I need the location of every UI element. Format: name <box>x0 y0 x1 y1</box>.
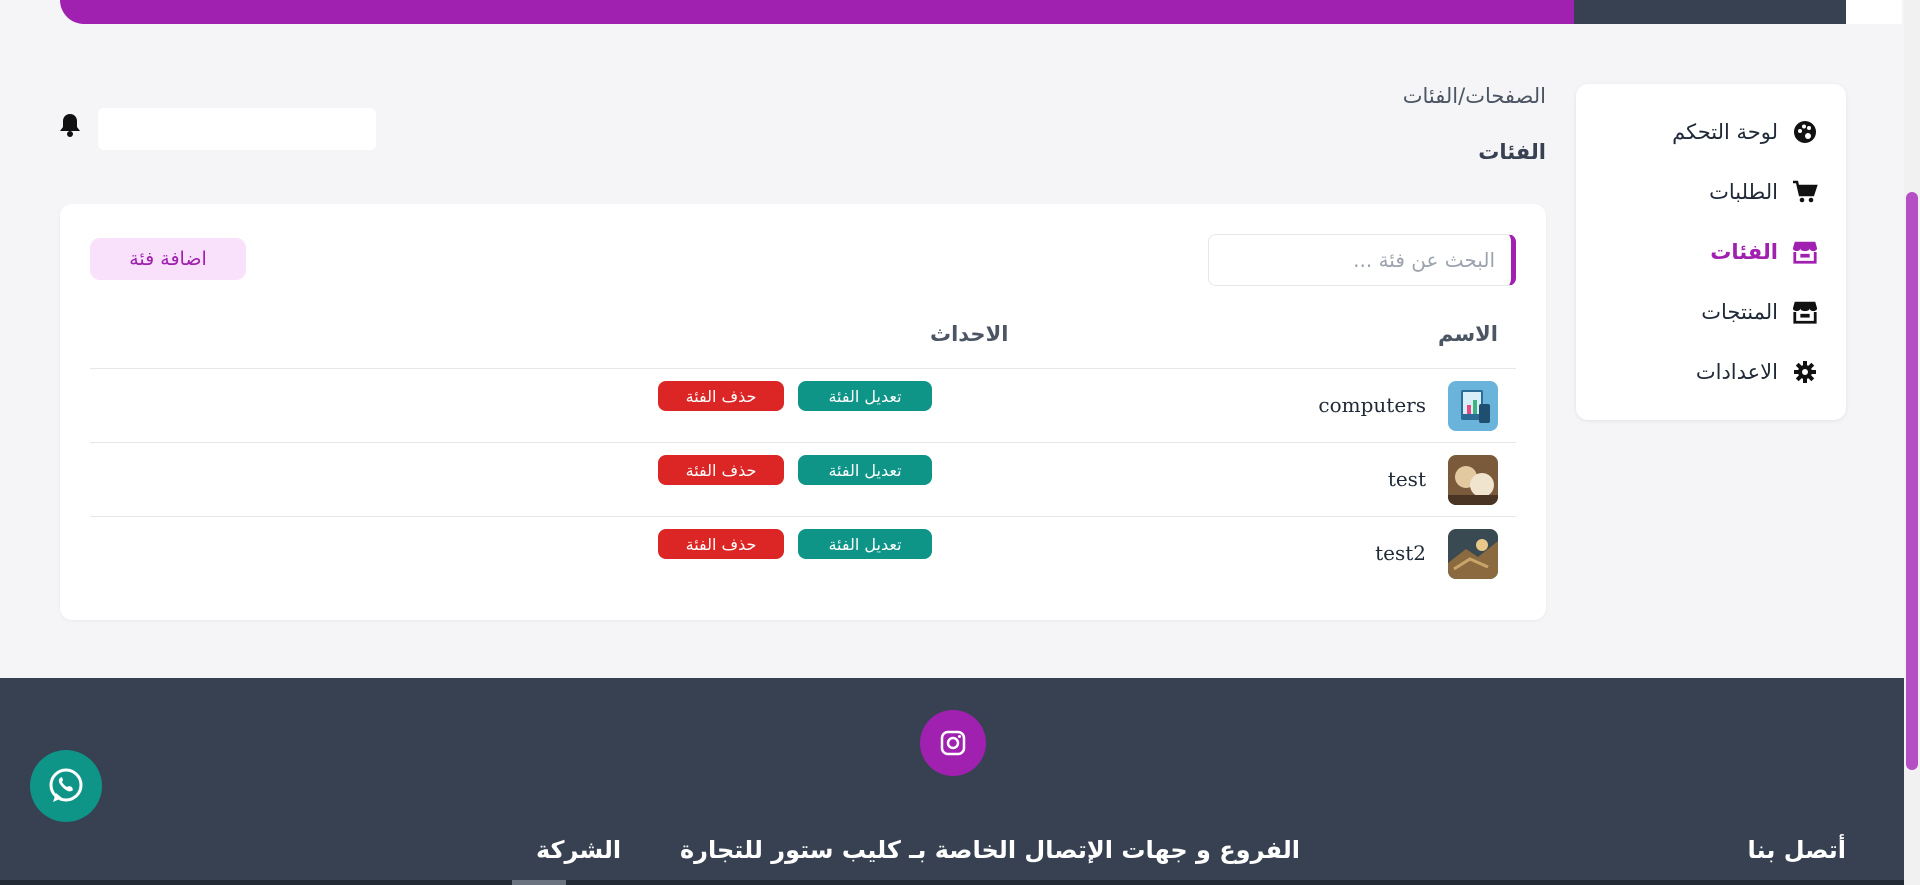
add-category-button[interactable]: اضافة فئة <box>90 238 246 280</box>
scrollbar-thumb[interactable] <box>1906 192 1918 770</box>
category-thumbnail <box>1448 455 1498 505</box>
palette-icon <box>1792 119 1818 145</box>
category-thumbnail <box>1448 529 1498 579</box>
category-name: computers <box>1318 393 1426 417</box>
gear-icon <box>1792 359 1818 385</box>
footer-bottom-strip <box>0 880 1904 885</box>
sidebar-item-label: لوحة التحكم <box>1672 120 1778 144</box>
sidebar-item-label: الفئات <box>1710 240 1778 264</box>
category-name: test <box>1387 467 1426 491</box>
delete-category-button[interactable]: حذف الفئة <box>658 529 784 559</box>
footer-branches-heading: الفروع و جهات الإتصال الخاصة بـ كليب ستو… <box>680 836 1301 864</box>
scrollbar-track[interactable] <box>1904 0 1920 885</box>
page-title: الفئات <box>1478 140 1546 164</box>
delete-category-button[interactable]: حذف الفئة <box>658 455 784 485</box>
top-search-input[interactable] <box>98 108 376 150</box>
footer: أتصل بنا الفروع و جهات الإتصال الخاصة بـ… <box>0 678 1904 885</box>
categories-table: computers تعديل الفئة حذف الفئة test تعد… <box>90 368 1516 590</box>
edit-category-button[interactable]: تعديل الفئة <box>798 455 932 485</box>
delete-category-button[interactable]: حذف الفئة <box>658 381 784 411</box>
footer-contact-heading: أتصل بنا <box>1747 836 1846 864</box>
category-thumbnail <box>1448 381 1498 431</box>
table-row: test تعديل الفئة حذف الفئة <box>90 442 1516 516</box>
column-header-actions: الاحداث <box>930 322 1009 346</box>
footer-strip-tab <box>512 880 566 885</box>
cart-icon <box>1792 179 1818 205</box>
edit-category-button[interactable]: تعديل الفئة <box>798 529 932 559</box>
sidebar-item-settings[interactable]: الاعدادات <box>1576 342 1846 402</box>
sidebar-item-label: الطلبات <box>1709 180 1778 204</box>
top-banner-dark-segment <box>1574 0 1846 24</box>
sidebar-item-categories[interactable]: الفئات <box>1576 222 1846 282</box>
sidebar-item-dashboard[interactable]: لوحة التحكم <box>1576 102 1846 162</box>
top-banner <box>60 0 1846 24</box>
top-strip <box>1846 0 1902 24</box>
sidebar-item-label: الاعدادات <box>1695 360 1778 384</box>
whatsapp-button[interactable] <box>30 750 102 822</box>
sidebar-item-orders[interactable]: الطلبات <box>1576 162 1846 222</box>
bell-icon[interactable] <box>58 112 82 138</box>
sidebar-item-products[interactable]: المنتجات <box>1576 282 1846 342</box>
table-row: computers تعديل الفئة حذف الفئة <box>90 368 1516 442</box>
edit-category-button[interactable]: تعديل الفئة <box>798 381 932 411</box>
category-search-input[interactable] <box>1208 234 1516 286</box>
instagram-icon[interactable] <box>920 710 986 776</box>
column-header-name: الاسم <box>1438 322 1498 346</box>
categories-card: اضافة فئة الاسم الاحداث computers تعديل … <box>60 204 1546 620</box>
sidebar: لوحة التحكم الطلبات الفئات المنتجات الاع… <box>1576 84 1846 420</box>
store-icon <box>1792 299 1818 325</box>
table-row: test2 تعديل الفئة حذف الفئة <box>90 516 1516 590</box>
store-icon <box>1792 239 1818 265</box>
breadcrumb: الصفحات/الفئات <box>1402 84 1546 108</box>
footer-company-heading: الشركة <box>536 836 622 864</box>
whatsapp-icon <box>49 768 83 802</box>
sidebar-item-label: المنتجات <box>1701 300 1778 324</box>
category-name: test2 <box>1375 541 1426 565</box>
